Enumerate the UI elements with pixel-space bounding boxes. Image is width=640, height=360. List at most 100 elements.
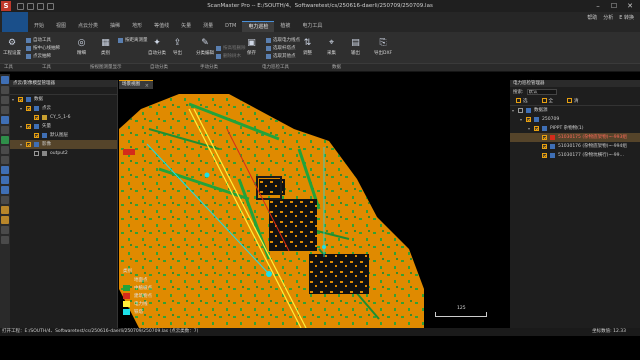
tree-row[interactable]: 默认图层: [10, 131, 117, 140]
tree-checkbox[interactable]: [518, 108, 523, 113]
project-settings-button[interactable]: ⚙ 工程设置: [3, 37, 21, 57]
quick-new-icon[interactable]: [17, 2, 24, 10]
expand-arrow-icon[interactable]: ▾: [528, 124, 530, 133]
profile-icon[interactable]: [1, 136, 9, 144]
cloud-thin-button[interactable]: 点云抽稀: [26, 53, 51, 59]
select-icon[interactable]: [1, 86, 9, 94]
tree-checkbox[interactable]: [542, 144, 547, 149]
adjust-button[interactable]: ⇅ 调整: [302, 37, 313, 57]
grid-icon[interactable]: [1, 226, 9, 234]
rotate-icon[interactable]: [1, 116, 9, 124]
output-button[interactable]: ▤ 输出: [350, 37, 361, 57]
tree-checkbox[interactable]: [34, 115, 39, 120]
delete-by-height-button[interactable]: 按高程删除: [216, 45, 246, 51]
quick-save-icon[interactable]: [37, 2, 44, 10]
view-front-icon[interactable]: [1, 176, 9, 184]
tree-row[interactable]: ▾ 250709: [510, 115, 640, 124]
tree-checkbox[interactable]: [542, 135, 547, 140]
tree-row[interactable]: 51030175 (杂物底架物)~-993组: [510, 133, 640, 142]
menu-tab[interactable]: 抽稀: [104, 21, 126, 32]
tree-checkbox[interactable]: [26, 106, 31, 111]
tab-scene-view[interactable]: 场景视图 ×: [119, 80, 153, 89]
menu-tab[interactable]: 视图: [50, 21, 72, 32]
save-class-button[interactable]: ▣ 保存: [246, 37, 257, 57]
view-top-icon[interactable]: [1, 166, 9, 174]
clear-toggle[interactable]: 清: [567, 97, 579, 104]
class-button[interactable]: ▦ 类别: [100, 37, 111, 57]
tree-checkbox[interactable]: [26, 142, 31, 147]
minimize-button[interactable]: –: [590, 0, 606, 12]
menu-tab[interactable]: 开始: [28, 21, 50, 32]
expand-arrow-icon[interactable]: ▾: [20, 122, 22, 131]
tree-checkbox[interactable]: [534, 126, 539, 131]
class-color-icon[interactable]: [1, 216, 9, 224]
distance-measure-button[interactable]: 按距离测量: [118, 37, 148, 43]
tree-checkbox[interactable]: [542, 153, 547, 158]
tree-row[interactable]: ▾ 点云: [10, 104, 117, 113]
menu-tab[interactable]: 点云分类: [72, 21, 104, 32]
tree-row[interactable]: CY_5_1-6: [10, 113, 117, 122]
tree-checkbox[interactable]: [526, 117, 531, 122]
tree-row[interactable]: ▾ 数据: [10, 95, 117, 104]
menu-tab[interactable]: 地形: [126, 21, 148, 32]
tree-row[interactable]: ▾ PIPPT 杂物物(1): [510, 124, 640, 133]
select-powerline-button[interactable]: 选取电力线点: [266, 37, 300, 43]
menu-tab[interactable]: 电力巡检: [242, 21, 275, 32]
expand-arrow-icon[interactable]: ▾: [20, 104, 22, 113]
close-button[interactable]: ✕: [622, 0, 638, 12]
tree-row[interactable]: 51030176 (杂物底架物)~-994组: [510, 142, 640, 151]
view-side-icon[interactable]: [1, 186, 9, 194]
auto-tool-button[interactable]: 自动工具: [26, 37, 51, 43]
cut-icon[interactable]: [1, 156, 9, 164]
settings-icon[interactable]: [1, 236, 9, 244]
menu-tab[interactable]: 植被: [274, 21, 296, 32]
light-icon[interactable]: [1, 196, 9, 204]
quick-open-icon[interactable]: [27, 2, 34, 10]
auto-class-button[interactable]: ✦ 自动分类: [148, 37, 166, 57]
menu-tab[interactable]: 矢量: [175, 21, 197, 32]
tree-row[interactable]: ▾ 影像: [10, 140, 117, 149]
search-input[interactable]: [526, 88, 557, 95]
centerline-thin-button[interactable]: 按中心线抽稀: [26, 45, 60, 51]
select-other-button[interactable]: 选取其他点: [266, 53, 296, 59]
expand-arrow-icon[interactable]: ▾: [12, 95, 14, 104]
maximize-button[interactable]: ☐: [606, 0, 622, 12]
export-button[interactable]: ⇪ 导出: [172, 37, 183, 57]
tree-checkbox[interactable]: [34, 151, 39, 156]
delete-trees-button[interactable]: 删除树木: [216, 53, 241, 59]
tree-row[interactable]: ▾ 数据源: [510, 106, 640, 115]
class-edit-button[interactable]: ✎ 分类编辑: [196, 37, 214, 57]
select-tower-button[interactable]: 选取杆塔点: [266, 45, 296, 51]
point-cloud-view[interactable]: [119, 89, 509, 328]
menu-tab[interactable]: 电力工具: [296, 21, 328, 32]
tree-checkbox[interactable]: [26, 124, 31, 129]
layer-icon[interactable]: [1, 76, 9, 84]
refine-button[interactable]: ◎ 精细: [76, 37, 87, 57]
menu-tab[interactable]: 测量: [197, 21, 219, 32]
quick-undo-icon[interactable]: [47, 2, 54, 10]
file-menu-button[interactable]: [2, 12, 28, 32]
expand-arrow-icon[interactable]: ▾: [520, 115, 522, 124]
tree-row[interactable]: ▾ 矢量: [10, 122, 117, 131]
polygon-icon[interactable]: [1, 146, 9, 154]
expand-arrow-icon[interactable]: ▾: [20, 140, 22, 149]
collect-button[interactable]: ⌖ 采集: [326, 37, 337, 57]
expand-arrow-icon[interactable]: ▾: [512, 106, 514, 115]
tree-row[interactable]: output2: [10, 149, 117, 158]
select-all-toggle[interactable]: 全: [541, 97, 553, 104]
help-menu[interactable]: 帮助: [587, 14, 597, 21]
convert-menu[interactable]: E 转换: [619, 14, 634, 21]
menu-tab[interactable]: 等值线: [148, 21, 175, 32]
scene-viewer[interactable]: 场景视图 × 类别 地面点 中植被点 建筑物点 电力线 铁塔 125: [119, 80, 509, 328]
zoom-icon[interactable]: [1, 106, 9, 114]
color-icon[interactable]: [1, 206, 9, 214]
analysis-menu[interactable]: 分析: [603, 14, 613, 21]
export-dxf-button[interactable]: ⎘ 导出DXF: [374, 37, 392, 57]
menu-tab[interactable]: DTM: [219, 21, 242, 32]
measure-icon[interactable]: [1, 126, 9, 134]
select-toggle[interactable]: 选: [516, 97, 528, 104]
tree-row[interactable]: 51030177 (杂物坑横行)~-99…: [510, 151, 640, 160]
tree-checkbox[interactable]: [18, 97, 23, 102]
pan-icon[interactable]: [1, 96, 9, 104]
tree-checkbox[interactable]: [34, 133, 39, 138]
